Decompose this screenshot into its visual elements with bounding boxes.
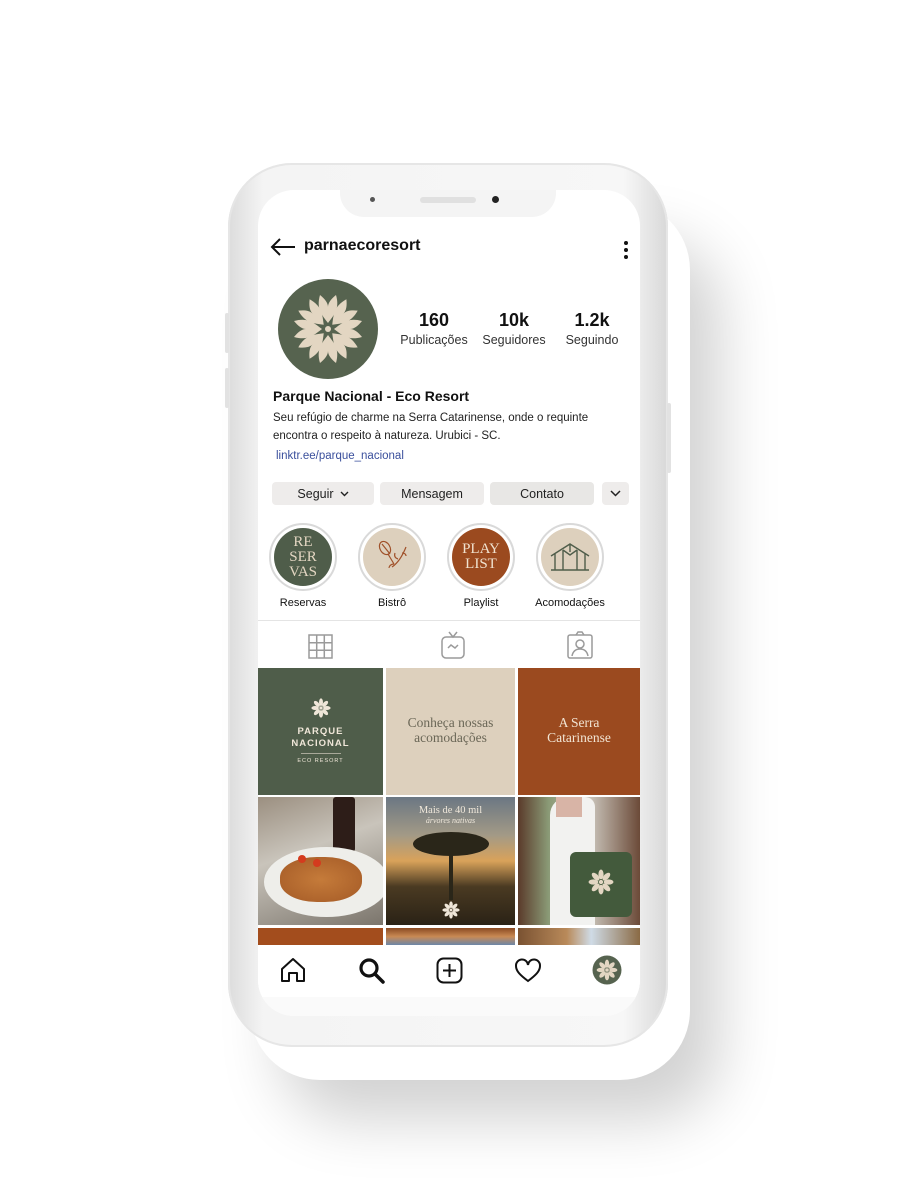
grid-icon[interactable] (308, 634, 333, 659)
screen: parnaecoresort 160 Publicações 10k Seguido… (258, 190, 640, 1016)
cover-text: RE (293, 533, 313, 550)
igtv-icon[interactable] (441, 631, 465, 659)
stat-following[interactable]: 1.2k Seguindo (547, 310, 637, 347)
sensor (370, 197, 375, 202)
highlight-label: Playlist (463, 597, 499, 609)
front-camera (492, 196, 499, 203)
notch (340, 190, 556, 217)
cover-text: LIST (465, 556, 497, 572)
contact-button[interactable]: Contato (490, 482, 594, 505)
post-text: ECO RESORT (297, 758, 344, 764)
post-text: Catarinense (547, 730, 611, 745)
profile-bio: Seu refúgio de charme na Serra Catarinen… (273, 409, 633, 445)
post-text: NACIONAL (291, 738, 350, 749)
cabin-icon (550, 543, 590, 571)
follow-label: Seguir (297, 486, 334, 501)
header-username: parnaecoresort (304, 237, 421, 254)
post-text: árvores nativas (425, 816, 476, 825)
tree-silhouette (413, 832, 489, 900)
post-text: A Serra (558, 715, 600, 730)
add-icon[interactable] (436, 957, 463, 984)
post-tile[interactable] (518, 928, 640, 945)
post-text: acomodações (414, 730, 487, 745)
divider (258, 620, 640, 621)
highlight-label: Acomodações (535, 597, 605, 609)
arrow-left-icon[interactable] (270, 238, 296, 256)
profile-link[interactable]: linktr.ee/parque_nacional (276, 450, 404, 462)
profile-avatar[interactable] (277, 278, 379, 380)
speaker (420, 197, 476, 203)
stat-value: 160 (418, 310, 450, 330)
whisk-icon (378, 540, 407, 569)
logo-flower-icon (588, 869, 614, 895)
highlight-playlist[interactable]: PLAY LIST (447, 523, 515, 591)
volume-up (225, 313, 229, 353)
heart-icon[interactable] (514, 958, 542, 983)
tagged-icon[interactable] (567, 631, 593, 659)
stat-value: 10k (498, 310, 530, 330)
power-button (667, 403, 671, 473)
post-text: Mais de 40 mil (418, 805, 483, 816)
message-button[interactable]: Mensagem (380, 482, 484, 505)
bottom-nav (258, 945, 640, 997)
follow-button[interactable]: Seguir (272, 482, 374, 505)
highlight-label: Bistrô (377, 597, 407, 609)
bio-line: encontra o respeito à natureza. Urubici … (273, 430, 501, 442)
message-label: Mensagem (401, 486, 463, 501)
post-tile-pasta[interactable] (258, 797, 383, 925)
suggestions-button[interactable] (602, 482, 629, 505)
cover-text: SER (289, 548, 317, 565)
post-tile[interactable]: PARQUE NACIONAL ECO RESORT (258, 668, 383, 795)
post-text: Conheça nossas (407, 715, 494, 730)
stat-label: Seguindo (565, 333, 619, 347)
post-tile[interactable] (386, 928, 515, 945)
highlight-bistro[interactable] (358, 523, 426, 591)
stat-posts[interactable]: 160 Publicações (389, 310, 479, 347)
chevron-down-icon (610, 490, 621, 497)
highlight-reservas[interactable]: RE SER VAS (269, 523, 337, 591)
stat-followers[interactable]: 10k Seguidores (469, 310, 559, 347)
stat-label: Publicações (400, 333, 468, 347)
cover-text: PLAY (462, 541, 500, 557)
post-tile[interactable]: A Serra Catarinense (518, 668, 640, 795)
post-tile-araucaria[interactable]: Mais de 40 mil árvores nativas (386, 797, 515, 925)
home-indicator-area (258, 997, 640, 1016)
profile-name: Parque Nacional - Eco Resort (273, 388, 470, 404)
highlight-acomodacoes[interactable] (536, 523, 604, 591)
stat-value: 1.2k (574, 310, 610, 330)
highlight-label: Reservas (279, 597, 327, 609)
cover-text: VAS (288, 563, 318, 580)
kebab-icon[interactable] (622, 240, 630, 260)
search-icon[interactable] (358, 957, 386, 985)
contact-label: Contato (520, 486, 564, 501)
post-tile[interactable] (258, 928, 383, 945)
post-tile[interactable]: Conheça nossas acomodações (386, 668, 515, 795)
bio-line: Seu refúgio de charme na Serra Catarinen… (273, 412, 589, 424)
post-text: PARQUE (297, 726, 344, 737)
logo-flower-icon (442, 901, 460, 919)
chevron-down-icon (340, 491, 349, 496)
post-tile-tote-bag[interactable] (518, 797, 640, 925)
volume-down (225, 368, 229, 408)
profile-avatar[interactable] (592, 955, 622, 985)
logo-flower-icon (310, 698, 331, 718)
home-icon[interactable] (280, 957, 306, 983)
stat-label: Seguidores (482, 333, 546, 347)
